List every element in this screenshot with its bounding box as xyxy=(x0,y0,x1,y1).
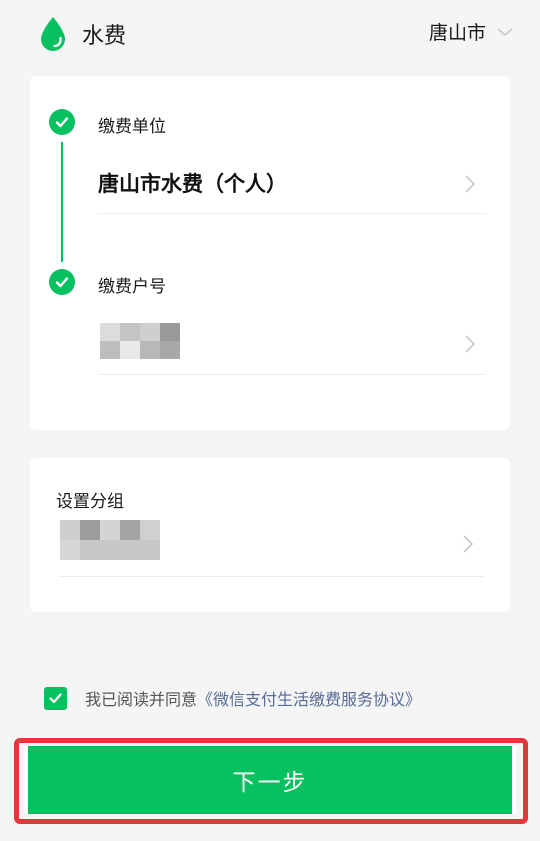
payment-unit-value: 唐山市水费（个人） xyxy=(98,172,287,196)
redacted-group-name xyxy=(60,520,160,560)
checkbox-check-icon xyxy=(49,692,62,703)
group-row[interactable] xyxy=(58,518,484,576)
brand: 水费 xyxy=(38,16,126,52)
chevron-right-icon xyxy=(463,535,474,553)
city-label: 唐山市 xyxy=(428,22,486,44)
header: 水费 唐山市 xyxy=(0,0,540,66)
chevron-down-icon xyxy=(497,27,513,36)
account-number-row[interactable] xyxy=(98,320,486,374)
account-number-label: 缴费户号 xyxy=(98,277,166,297)
chevron-right-icon xyxy=(465,335,476,353)
payment-unit-row[interactable]: 唐山市水费（个人） xyxy=(98,160,486,214)
divider xyxy=(58,576,484,577)
payment-unit-label: 缴费单位 xyxy=(98,117,166,137)
agreement-row: 我已阅读并同意 《微信支付生活缴费服务协议》 xyxy=(44,686,421,710)
next-step-button[interactable]: 下一步 xyxy=(24,746,516,814)
city-selector[interactable]: 唐山市 xyxy=(429,18,514,45)
group-label: 设置分组 xyxy=(56,492,124,512)
step1-check-icon xyxy=(49,109,75,135)
agreement-checkbox[interactable] xyxy=(44,686,67,710)
page-title: 水费 xyxy=(82,24,127,49)
step-connector xyxy=(61,142,63,262)
agreement-link[interactable]: 《微信支付生活缴费服务协议》 xyxy=(197,686,421,710)
redacted-account-number xyxy=(100,323,180,359)
water-drop-icon xyxy=(41,17,65,51)
step2-check-icon xyxy=(49,269,75,295)
chevron-right-icon xyxy=(465,175,476,193)
agreement-text: 我已阅读并同意 xyxy=(85,690,198,709)
divider xyxy=(98,374,486,375)
divider xyxy=(98,213,486,214)
